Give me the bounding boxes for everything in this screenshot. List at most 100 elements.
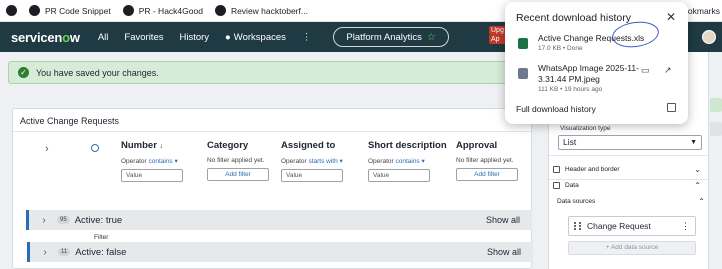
header-border-icon [553, 166, 560, 173]
filter-label: Filter [94, 234, 109, 241]
divider [13, 131, 531, 132]
star-icon[interactable]: ☆ [427, 32, 436, 43]
github-icon [6, 5, 17, 16]
nav-workspaces[interactable]: ● Workspaces [217, 32, 294, 43]
column-header[interactable]: Approval [456, 140, 518, 151]
servicenow-logo[interactable]: servicenow [11, 30, 80, 45]
chevron-up-icon: ⌃ [694, 181, 701, 190]
column-category: Category No filter applied yet. Add filt… [207, 140, 269, 181]
github-icon [122, 5, 134, 16]
download-item-name-cont[interactable]: 3.31.44 PM.jpeg [538, 74, 600, 84]
data-source-card[interactable]: Change Request ⋮ [568, 216, 696, 236]
group-row[interactable]: › 95 Active: true Show all [26, 210, 532, 230]
popup-title: Recent download history [516, 12, 631, 24]
section-data-sources[interactable]: Data sources ⌃ [557, 194, 711, 209]
open-external-icon[interactable]: ↗ [664, 65, 672, 76]
checkmark-icon: ✓ [18, 67, 29, 78]
chevron-right-icon[interactable]: › [35, 215, 53, 226]
bookmark-label: Review hacktoberf... [230, 5, 308, 16]
add-data-source-button[interactable]: + Add data source [568, 241, 696, 255]
group-label: Active: false [75, 246, 127, 258]
full-download-history-link[interactable]: Full download history [516, 104, 596, 114]
avatar[interactable] [702, 30, 716, 44]
no-filter-text: No filter applied yet. [456, 157, 514, 164]
group-count-badge: 95 [57, 216, 70, 224]
filter-value-input[interactable]: Value [368, 169, 430, 182]
add-filter-button[interactable]: Add filter [456, 168, 518, 181]
data-source-label: Change Request [587, 221, 651, 231]
bookmark-pr-code-snippet[interactable]: PR Code Snippet [23, 0, 117, 22]
show-all-link[interactable]: Show all [487, 247, 521, 257]
operator-label: Operator [281, 158, 307, 165]
chevron-up-icon: ⌃ [698, 197, 705, 206]
column-approval: Approval No filter applied yet. Add filt… [456, 140, 518, 181]
section-header-and-border[interactable]: Header and border ⌄ [553, 162, 707, 177]
toolbar-icon[interactable] [710, 98, 722, 112]
no-filter-text: No filter applied yet. [207, 157, 265, 164]
pointer-icon [91, 144, 99, 152]
visualization-type-value: List [563, 137, 577, 147]
section-label: Header and border [565, 166, 620, 173]
platform-analytics-label: Platform Analytics [346, 31, 422, 43]
operator[interactable]: Operator contains ▾ [121, 157, 183, 165]
drag-handle-icon[interactable] [574, 222, 581, 230]
nav-workspaces-label: Workspaces [233, 31, 286, 43]
visualization-type-select[interactable]: List ▼ [558, 135, 702, 150]
logo-text: w [69, 29, 80, 45]
download-item-meta: 111 KB • 19 hours ago [538, 86, 603, 93]
column-header-label: Number [121, 140, 157, 151]
divider [549, 155, 709, 156]
operator[interactable]: Operator contains ▾ [368, 157, 447, 165]
image-file-icon [518, 68, 528, 79]
operator-value: starts with [308, 158, 338, 165]
excel-file-icon [518, 38, 528, 49]
dot-icon: ● [225, 31, 231, 43]
add-filter-button[interactable]: Add filter [207, 168, 269, 181]
info-icon[interactable] [710, 122, 722, 136]
nav-more[interactable]: ⋮ [294, 32, 320, 43]
column-short-description: Short description Operator contains ▾ Va… [368, 140, 447, 182]
open-external-icon[interactable] [667, 103, 676, 112]
group-count-badge: 11 [58, 248, 71, 256]
nav-history[interactable]: History [171, 32, 217, 43]
column-header[interactable]: Short description [368, 140, 447, 151]
column-header[interactable]: Category [207, 140, 269, 151]
logo-text: servicen [11, 29, 63, 45]
close-icon[interactable]: ✕ [666, 10, 676, 24]
bookmark-pr-hack4good[interactable]: PR - Hack4Good [117, 0, 209, 22]
bookmark-label: PR Code Snippet [45, 5, 111, 16]
chevron-down-icon: ⌄ [694, 165, 701, 174]
caret-down-icon: ▾ [421, 158, 425, 165]
chevron-right-icon[interactable]: › [45, 143, 49, 155]
column-assigned-to: Assigned to Operator starts with ▾ Value [281, 140, 343, 182]
platform-analytics-tab[interactable]: Platform Analytics ☆ [333, 27, 449, 47]
group-label: Active: true [74, 214, 123, 226]
section-label: Data [565, 182, 579, 189]
download-item-name[interactable]: WhatsApp Image 2025-11- [538, 63, 639, 73]
kebab-menu-icon[interactable]: ⋮ [681, 221, 690, 232]
operator-label: Operator [121, 158, 147, 165]
column-header[interactable]: Assigned to [281, 140, 343, 151]
notice-text: You have saved your changes. [36, 67, 159, 78]
filter-value-input[interactable]: Value [121, 169, 183, 182]
nav-favorites[interactable]: Favorites [116, 32, 171, 43]
column-header[interactable]: Number ↓ [121, 140, 183, 151]
filter-value-input[interactable]: Value [281, 169, 343, 182]
bookmark-github[interactable] [0, 0, 23, 22]
download-history-popup: Recent download history ✕ Active Change … [505, 2, 688, 124]
bookmark-review-hacktoberfest[interactable]: Review hacktoberf... [209, 0, 314, 22]
group-row[interactable]: › 11 Active: false Show all [27, 242, 533, 262]
logo-o: o [62, 29, 70, 45]
section-data[interactable]: Data ⌃ [553, 178, 707, 193]
show-all-link[interactable]: Show all [486, 215, 520, 225]
caret-down-icon: ▾ [339, 158, 343, 165]
list-card: Active Change Requests › Number ↓ Operat… [12, 108, 533, 269]
chevron-down-icon: ▼ [690, 139, 697, 146]
show-in-folder-icon[interactable]: ▭ [641, 65, 650, 76]
section-label: Data sources [557, 198, 596, 205]
caret-down-icon: ▾ [174, 158, 178, 165]
visualization-type-label: Visualization type [560, 125, 611, 132]
chevron-right-icon[interactable]: › [36, 247, 54, 258]
nav-all[interactable]: All [90, 32, 117, 43]
operator[interactable]: Operator starts with ▾ [281, 157, 343, 165]
